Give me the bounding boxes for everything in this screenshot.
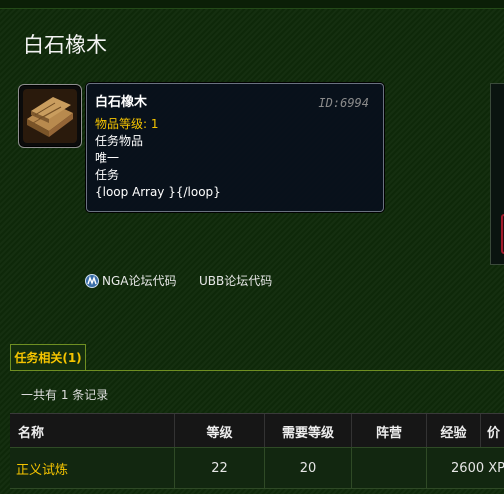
item-quest-line: 任务 xyxy=(95,168,120,182)
nga-logo-icon xyxy=(85,274,99,288)
item-id: ID:6994 xyxy=(318,96,369,110)
side-panel xyxy=(490,83,504,265)
item-tooltip: 白石橡木 ID:6994 物品等级: 1 任务物品 唯一 任务 {loop Ar… xyxy=(86,83,384,212)
nga-code-label: NGA论坛代码 xyxy=(102,274,177,288)
quest-name-link[interactable]: 正义试炼 xyxy=(10,448,175,488)
item-icon-frame[interactable] xyxy=(18,84,82,148)
record-count: 一共有 1 条记录 xyxy=(21,388,109,402)
item-unique-line: 唯一 xyxy=(95,151,120,165)
header-name[interactable]: 名称 xyxy=(10,414,175,448)
nga-code-link[interactable]: NGA论坛代码 xyxy=(85,272,177,289)
header-level[interactable]: 等级 xyxy=(175,414,265,448)
quest-faction xyxy=(352,448,427,488)
ubb-code-link[interactable]: UBB论坛代码 xyxy=(199,272,272,289)
table-row: 正义试炼 22 20 2600 XP xyxy=(10,447,504,489)
quest-req-level: 20 xyxy=(265,448,352,488)
item-level: 物品等级: 1 xyxy=(95,117,159,131)
quest-xp: 2600 XP xyxy=(451,460,504,476)
page-title: 白石橡木 xyxy=(23,33,107,57)
table-header: 名称 等级 需要等级 阵营 经验 价 xyxy=(10,413,504,448)
header-price[interactable]: 价 xyxy=(481,414,504,448)
quest-level: 22 xyxy=(175,448,265,488)
item-type-line: 任务物品 xyxy=(95,134,144,148)
item-name: 白石橡木 xyxy=(95,95,148,110)
tab-divider xyxy=(10,370,504,371)
header-xp[interactable]: 经验 xyxy=(427,414,481,448)
header-req-level[interactable]: 需要等级 xyxy=(265,414,352,448)
top-strip xyxy=(0,0,504,9)
header-faction[interactable]: 阵营 xyxy=(352,414,427,448)
wooden-planks-icon xyxy=(23,89,77,143)
tab-quest-related[interactable]: 任务相关(1) xyxy=(10,344,86,371)
item-template-line: {loop Array }{/loop} xyxy=(95,185,221,199)
